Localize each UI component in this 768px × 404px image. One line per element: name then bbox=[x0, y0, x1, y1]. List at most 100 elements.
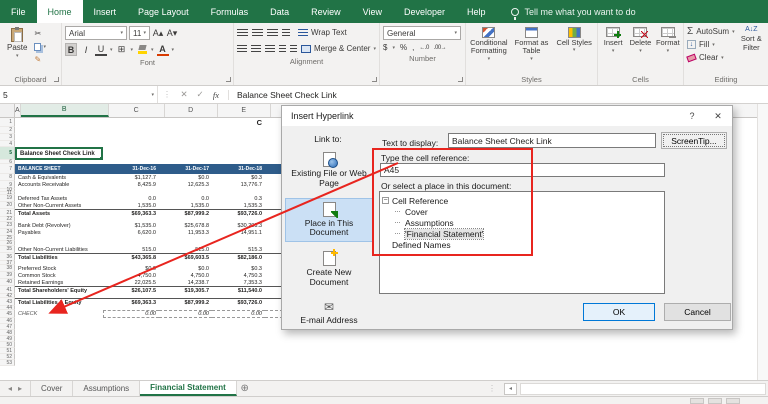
screentip-button[interactable]: ScreenTip... bbox=[661, 132, 727, 149]
decrease-indent-icon[interactable] bbox=[279, 45, 286, 53]
cell-d[interactable]: 1,535.3 bbox=[212, 202, 265, 209]
row-header[interactable]: 8 bbox=[0, 174, 15, 181]
cell-a[interactable]: Cash & Equivalents bbox=[15, 174, 103, 181]
cell-b[interactable]: $0.0 bbox=[103, 265, 159, 272]
orientation-icon[interactable] bbox=[282, 29, 290, 37]
cell-c[interactable]: $87,999.2 bbox=[159, 298, 212, 306]
dialog-title-bar[interactable]: Insert Hyperlink ? ✕ bbox=[282, 106, 732, 126]
row-header[interactable]: 2 bbox=[0, 127, 15, 134]
cell-b[interactable]: 0.0 bbox=[103, 195, 159, 202]
cells-button[interactable]: Insert ▾ bbox=[601, 26, 625, 54]
cell-d[interactable]: $30,203.3 bbox=[212, 222, 265, 229]
cancel-button[interactable]: Cancel bbox=[664, 303, 731, 321]
tell-me-search[interactable]: Tell me what you want to do bbox=[511, 0, 636, 23]
cell-b[interactable] bbox=[103, 360, 159, 366]
cell-c[interactable]: 4,750.0 bbox=[159, 272, 212, 279]
cell-a[interactable]: Balance Sheet Check Link bbox=[15, 147, 103, 160]
copy-button[interactable]: ▾ bbox=[34, 41, 46, 52]
styles-button[interactable]: Cell Styles ▾ bbox=[554, 26, 594, 54]
borders-button[interactable]: ⊞ bbox=[116, 43, 128, 56]
cell-a[interactable] bbox=[15, 360, 103, 366]
cells-button[interactable]: Delete ▾ bbox=[628, 26, 652, 54]
ribbon-tab[interactable]: Data bbox=[259, 0, 300, 23]
cell-c[interactable] bbox=[159, 127, 212, 134]
next-sheet-button[interactable]: ▸ bbox=[18, 384, 22, 393]
cell-d[interactable]: $93,726.0 bbox=[212, 209, 265, 217]
row-header[interactable]: 19 bbox=[0, 195, 15, 202]
cell-a[interactable] bbox=[15, 118, 103, 127]
merge-center-button[interactable]: Merge & Center ▾ bbox=[301, 42, 376, 55]
cell-a[interactable]: Deferred Tax Assets bbox=[15, 195, 103, 202]
tree-item[interactable]: Assumptions bbox=[382, 217, 662, 228]
cell-b[interactable]: $69,363.3 bbox=[103, 298, 159, 306]
decrease-font-size-button[interactable]: A▾ bbox=[166, 27, 178, 40]
clear-button[interactable]: Clear▾ bbox=[687, 52, 735, 63]
cell-d[interactable]: 0.00 bbox=[212, 310, 265, 318]
font-dialog-launcher[interactable] bbox=[226, 77, 231, 82]
cell-a[interactable]: Payables bbox=[15, 229, 103, 236]
cut-button[interactable]: ✂ bbox=[34, 28, 46, 39]
row-header[interactable]: 7 bbox=[0, 164, 15, 174]
cell-a[interactable] bbox=[15, 134, 103, 141]
italic-button[interactable]: I bbox=[80, 43, 92, 56]
cell-d[interactable] bbox=[212, 134, 265, 141]
wrap-text-button[interactable]: Wrap Text bbox=[298, 26, 347, 39]
cell-c[interactable]: 515.0 bbox=[159, 246, 212, 253]
top-align-icon[interactable] bbox=[237, 29, 248, 37]
cell-reference-input[interactable]: A45 bbox=[380, 163, 665, 177]
align-center-icon[interactable] bbox=[251, 45, 261, 53]
cell-d[interactable]: $0.3 bbox=[212, 265, 265, 272]
cell-c[interactable]: 12,625.3 bbox=[159, 181, 212, 189]
formula-content[interactable]: Balance Sheet Check Link bbox=[228, 90, 337, 100]
name-box[interactable]: 5 ▾ bbox=[0, 86, 158, 103]
font-name-select[interactable]: Arial▾ bbox=[65, 26, 127, 40]
cell-d[interactable] bbox=[212, 360, 265, 366]
column-header[interactable]: B bbox=[21, 104, 109, 117]
align-left-icon[interactable] bbox=[237, 45, 247, 53]
increase-font-size-button[interactable]: A▴ bbox=[152, 27, 164, 40]
row-header[interactable]: 35 bbox=[0, 246, 15, 253]
hscroll-left-button[interactable]: ◂ bbox=[504, 383, 517, 395]
row-header[interactable]: 20 bbox=[0, 202, 15, 209]
prev-sheet-button[interactable]: ◂ bbox=[8, 384, 12, 393]
sheet-tab[interactable]: Financial Statement bbox=[140, 381, 237, 396]
clipboard-dialog-launcher[interactable] bbox=[54, 77, 59, 82]
row-header[interactable]: 23 bbox=[0, 222, 15, 229]
number-dialog-launcher[interactable] bbox=[458, 77, 463, 82]
sort-filter-button[interactable]: A↓Z Sort & Filter bbox=[738, 26, 765, 52]
cell-c[interactable]: 0.0 bbox=[159, 195, 212, 202]
cell-b[interactable]: 515.0 bbox=[103, 246, 159, 253]
new-sheet-button[interactable]: ⊕ bbox=[237, 381, 253, 396]
cell-a[interactable]: Accounts Receivable bbox=[15, 181, 103, 189]
cell-c[interactable]: $69,603.5 bbox=[159, 253, 212, 261]
cell-b[interactable]: 0.00 bbox=[103, 310, 159, 318]
number-format-select[interactable]: General▾ bbox=[383, 26, 461, 40]
cell-d[interactable] bbox=[212, 127, 265, 134]
percent-style-button[interactable]: % bbox=[400, 43, 407, 52]
cell-b[interactable]: $43,365.8 bbox=[103, 253, 159, 261]
fill-color-button[interactable] bbox=[136, 43, 148, 56]
cell-a[interactable]: Common Stock bbox=[15, 272, 103, 279]
cells-button[interactable]: Format ▾ bbox=[656, 26, 680, 54]
ribbon-tab[interactable]: Home bbox=[37, 0, 83, 23]
cell-b[interactable]: 1,535.0 bbox=[103, 202, 159, 209]
paste-button[interactable]: Paste ▾ bbox=[3, 26, 31, 61]
tree-item[interactable]: 'Financial Statement' bbox=[382, 228, 662, 239]
text-to-display-input[interactable]: Balance Sheet Check Link bbox=[448, 133, 656, 148]
cell-c[interactable] bbox=[159, 118, 212, 127]
cell-d[interactable]: 4,750.3 bbox=[212, 272, 265, 279]
cell-a[interactable]: BALANCE SHEET bbox=[15, 164, 103, 174]
increase-decimal-icon[interactable]: ←.0 bbox=[419, 45, 429, 51]
format-painter-button[interactable]: ✎ bbox=[34, 54, 46, 65]
align-right-icon[interactable] bbox=[265, 45, 275, 53]
row-header[interactable]: 39 bbox=[0, 272, 15, 279]
cell-a[interactable]: Total Liabilities & Equity bbox=[15, 298, 103, 306]
cell-c[interactable]: $19,305.7 bbox=[159, 286, 212, 294]
link-to-option[interactable]: Place in This Document bbox=[285, 198, 373, 243]
ok-button[interactable]: OK bbox=[583, 303, 655, 321]
bold-button[interactable]: B bbox=[65, 43, 77, 56]
cell-c[interactable]: $0.0 bbox=[159, 265, 212, 272]
cell-b[interactable]: 6,620.0 bbox=[103, 229, 159, 236]
cell-c[interactable]: 1,535.0 bbox=[159, 202, 212, 209]
cell-d[interactable]: $11,540.0 bbox=[212, 286, 265, 294]
